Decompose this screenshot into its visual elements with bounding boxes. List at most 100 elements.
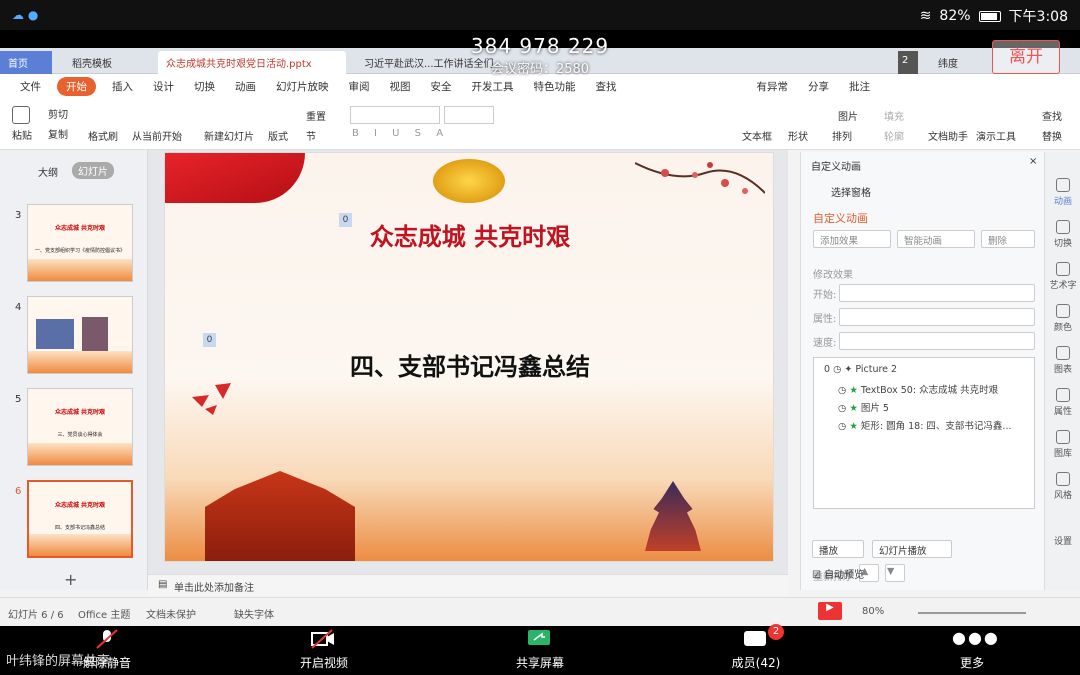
- font-format-buttons[interactable]: B I U S A: [352, 128, 449, 139]
- slide-thumbnail[interactable]: 众志成城 共克时艰 一、党支部组织学习《疫情防控倡议书》: [27, 204, 133, 282]
- menu-insert[interactable]: 插入: [102, 79, 143, 94]
- leave-button[interactable]: 离开: [992, 40, 1060, 74]
- menu-start[interactable]: 开始: [57, 76, 96, 96]
- slide-thumbnail[interactable]: [27, 296, 133, 374]
- play-from-current-button[interactable]: 从当前开始: [132, 128, 182, 143]
- tool-wordart[interactable]: 艺术字: [1045, 262, 1080, 291]
- zoom-level[interactable]: 80%: [862, 606, 884, 617]
- menu-slideshow[interactable]: 幻灯片放映: [266, 79, 339, 94]
- menu-comment[interactable]: 批注: [839, 79, 880, 94]
- meeting-id: 384 978 229: [470, 34, 610, 58]
- tab-slides[interactable]: 幻灯片: [72, 162, 114, 179]
- tool-chart[interactable]: 图表: [1045, 346, 1080, 375]
- format-painter-button[interactable]: 格式刷: [88, 128, 118, 143]
- layout-button[interactable]: 版式: [268, 128, 288, 143]
- doc-helper-button[interactable]: 文档助手: [928, 128, 968, 143]
- tool-animation[interactable]: 动画: [1045, 178, 1080, 207]
- party-emblem: [433, 159, 505, 203]
- menu-features[interactable]: 特色功能: [524, 79, 586, 94]
- animation-item[interactable]: 0 ◷ ✦ Picture 2: [824, 364, 897, 375]
- start-video-button[interactable]: 开启视频: [279, 654, 369, 671]
- menu-design[interactable]: 设计: [143, 79, 184, 94]
- share-screen-button[interactable]: 共享屏幕: [495, 654, 585, 671]
- font-size-select[interactable]: [444, 106, 494, 124]
- notes-placeholder[interactable]: 单击此处添加备注: [174, 579, 254, 594]
- autopreview-checkbox[interactable]: ☑ 自动预览: [812, 566, 864, 581]
- menu-devtools[interactable]: 开发工具: [462, 79, 524, 94]
- tool-style[interactable]: 风格: [1045, 472, 1080, 501]
- animation-item[interactable]: ◷ ★ TextBox 50: 众志成城 共克时艰: [838, 382, 998, 396]
- menu-view[interactable]: 视图: [380, 79, 421, 94]
- slide-title[interactable]: 众志成城 共克时艰: [165, 217, 773, 252]
- tool-property[interactable]: 属性: [1045, 388, 1080, 417]
- slide-number: 5: [15, 394, 22, 405]
- tool-transition[interactable]: 切换: [1045, 220, 1080, 249]
- find-button[interactable]: 查找: [1042, 108, 1062, 123]
- smart-animation-button[interactable]: 智能动画: [897, 230, 975, 248]
- fill-button[interactable]: 填充: [884, 108, 904, 123]
- arrange-button[interactable]: 排列: [832, 128, 852, 143]
- menu-share[interactable]: 分享: [798, 79, 839, 94]
- textbox-button[interactable]: 文本框: [742, 128, 772, 143]
- new-slide-button[interactable]: 新建幻灯片: [204, 128, 254, 143]
- outline-button[interactable]: 轮廓: [884, 128, 904, 143]
- current-slide[interactable]: 0 众志成城 共克时艰 0 四、支部书记冯鑫总结: [164, 152, 774, 562]
- tool-gallery[interactable]: 图库: [1045, 430, 1080, 459]
- menu-report-issue[interactable]: 有异常: [747, 79, 799, 94]
- speed-select[interactable]: [839, 332, 1035, 350]
- menu-file[interactable]: 文件: [10, 79, 51, 94]
- shape-button[interactable]: 形状: [788, 128, 808, 143]
- animation-item[interactable]: ◷ ★ 图片 5: [838, 400, 889, 414]
- protect-status[interactable]: 文档未保护: [146, 606, 196, 621]
- plum-blossom-decoration: [635, 162, 765, 194]
- tool-settings[interactable]: 设置: [1045, 534, 1080, 547]
- picture-button[interactable]: 图片: [838, 108, 858, 123]
- slideshow-button[interactable]: 幻灯片播放: [872, 540, 952, 558]
- start-select[interactable]: [839, 284, 1035, 302]
- slide-subtitle[interactable]: 四、支部书记冯鑫总结: [165, 347, 773, 382]
- status-right: ≋ 82% 下午3:08: [920, 6, 1068, 26]
- property-select[interactable]: [839, 308, 1035, 326]
- play-slideshow-icon[interactable]: ▶: [818, 602, 842, 620]
- move-down-button[interactable]: ▼: [885, 564, 905, 582]
- animation-item[interactable]: ◷ ★ 矩形: 圆角 18: 四、支部书记冯鑫...: [838, 418, 1011, 432]
- members-badge: 2: [768, 624, 784, 640]
- missing-font[interactable]: 缺失字体: [234, 606, 274, 621]
- menu-security[interactable]: 安全: [421, 79, 462, 94]
- pane-header[interactable]: 自定义动画: [811, 158, 861, 173]
- cut-button[interactable]: 剪切: [48, 106, 68, 121]
- notes-bar[interactable]: ▤ 单击此处添加备注: [148, 574, 788, 596]
- menu-animation[interactable]: 动画: [225, 79, 266, 94]
- replace-button[interactable]: 替换: [1042, 128, 1062, 143]
- copy-button[interactable]: 复制: [48, 126, 68, 141]
- play-button[interactable]: 播放: [812, 540, 864, 558]
- animation-list: 0 ◷ ✦ Picture 2 ◷ ★ TextBox 50: 众志成城 共克时…: [813, 357, 1035, 509]
- font-name-select[interactable]: [350, 106, 440, 124]
- tab-outline[interactable]: 大纲: [38, 164, 58, 179]
- thumb-title: 众志成城 共克时艰: [54, 225, 106, 232]
- menu-find[interactable]: 查找: [586, 79, 627, 94]
- selection-pane-link[interactable]: 选择窗格: [831, 184, 871, 199]
- speed-label: 速度:: [813, 338, 837, 349]
- tool-color[interactable]: 颜色: [1045, 304, 1080, 333]
- members-button[interactable]: 成员(42): [711, 654, 801, 671]
- section-button[interactable]: 节: [306, 128, 316, 143]
- property-label: 属性:: [813, 314, 837, 325]
- add-effect-button[interactable]: 添加效果: [813, 230, 891, 248]
- close-icon[interactable]: ×: [1029, 156, 1037, 167]
- paste-button[interactable]: 粘贴: [12, 106, 32, 142]
- delete-button[interactable]: 删除: [981, 230, 1035, 248]
- add-slide-plus-icon[interactable]: +: [64, 570, 77, 589]
- menu-review[interactable]: 审阅: [339, 79, 380, 94]
- menu-transition[interactable]: 切换: [184, 79, 225, 94]
- temple-of-heaven-decoration: [645, 481, 701, 551]
- property-icon: [1056, 388, 1070, 402]
- reset-button[interactable]: 重置: [306, 108, 326, 123]
- more-button[interactable]: 更多: [927, 654, 1017, 671]
- slide-thumbnail-panel: 大纲 幻灯片 3 众志成城 共克时艰 一、党支部组织学习《疫情防控倡议书》 4 …: [0, 150, 148, 590]
- mic-muted-icon: [96, 629, 118, 649]
- slide-thumbnail[interactable]: 众志成城 共克时艰 三、党员谈心得体会: [27, 388, 133, 466]
- slide-thumbnail-selected[interactable]: 众志成城 共克时艰 四、支部书记冯鑫总结: [27, 480, 133, 558]
- zoom-slider[interactable]: [918, 612, 1026, 614]
- present-tool-button[interactable]: 演示工具: [976, 128, 1016, 143]
